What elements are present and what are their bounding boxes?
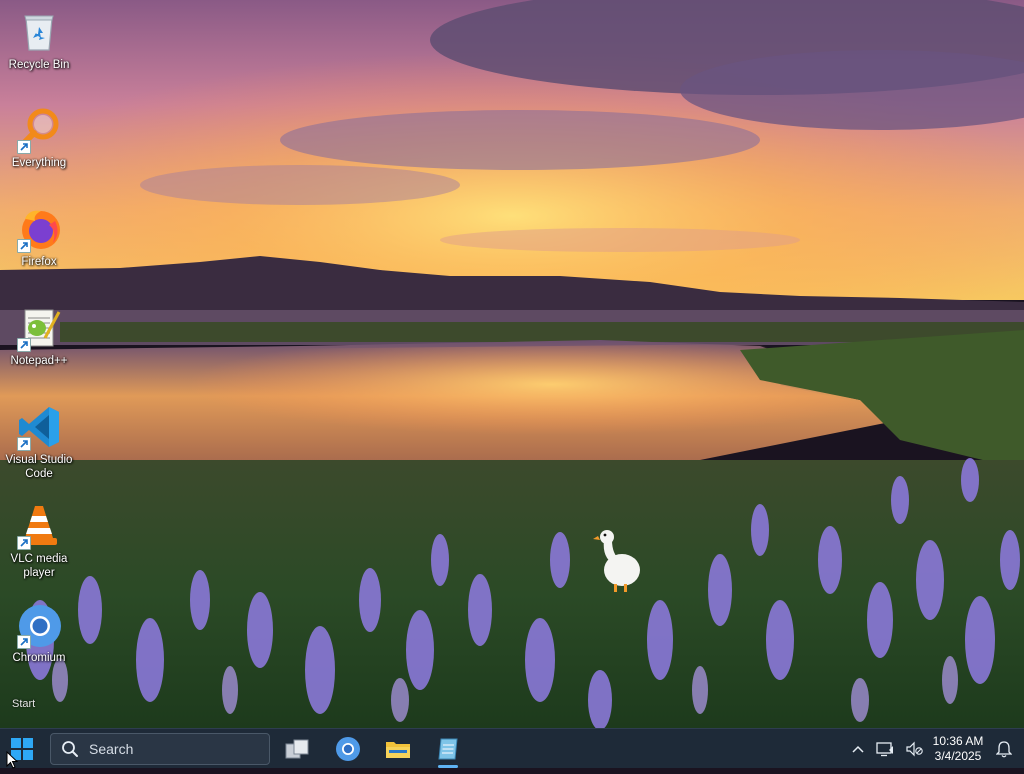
search-icon xyxy=(62,741,78,757)
tray-network-button[interactable] xyxy=(873,735,897,763)
notepad-plus-plus-icon xyxy=(15,304,63,352)
vscode-icon xyxy=(15,403,63,451)
everything-search-icon xyxy=(15,106,63,154)
desktop-icon-vlc[interactable]: VLC media player xyxy=(4,502,74,580)
desktop-icon-vscode[interactable]: Visual Studio Code xyxy=(4,403,74,481)
desktop-icon-label: Firefox xyxy=(21,256,57,268)
taskbar: Search 10:36 AM 3/4/2025 xyxy=(0,728,1024,768)
taskbar-clock[interactable]: 10:36 AM 3/4/2025 xyxy=(926,733,990,765)
vlc-icon xyxy=(15,502,63,550)
desktop-icon-label: Notepad++ xyxy=(10,355,68,367)
shortcut-arrow-icon xyxy=(17,437,31,451)
notification-center-button[interactable] xyxy=(992,735,1016,763)
goose-pet[interactable] xyxy=(590,524,646,596)
tray-overflow-button[interactable] xyxy=(846,735,870,763)
shortcut-arrow-icon xyxy=(17,239,31,253)
search-placeholder: Search xyxy=(89,741,134,757)
shortcut-arrow-icon xyxy=(17,140,31,154)
start-tooltip: Start xyxy=(12,698,36,710)
recycle-bin-icon xyxy=(15,8,63,56)
shortcut-arrow-icon xyxy=(17,635,31,649)
volume-muted-icon xyxy=(906,741,923,757)
desktop-icon-label: VLC media player xyxy=(10,553,68,579)
folder-icon xyxy=(386,742,410,758)
desktop-icon-label: Recycle Bin xyxy=(8,59,70,71)
mouse-cursor-icon xyxy=(6,750,19,769)
desktop-icon-label: Chromium xyxy=(12,652,66,664)
desktop-icon-label: Everything xyxy=(11,157,67,169)
network-icon xyxy=(876,742,893,757)
chromium-icon xyxy=(15,601,63,649)
desktop-icon-recycle-bin[interactable]: Recycle Bin xyxy=(4,8,74,72)
desktop-icon-notepad-plus-plus[interactable]: Notepad++ xyxy=(4,304,74,368)
firefox-icon xyxy=(15,205,63,253)
taskbar-task-view-button[interactable] xyxy=(278,733,318,765)
shortcut-arrow-icon xyxy=(17,338,31,352)
bell-icon xyxy=(996,741,1012,758)
chromium-icon xyxy=(336,737,360,761)
taskbar-chromium-button[interactable] xyxy=(328,733,368,765)
tray-volume-button[interactable] xyxy=(902,735,926,763)
desktop-icon-everything[interactable]: Everything xyxy=(4,106,74,170)
desktop-icon-label: Visual Studio Code xyxy=(5,454,73,480)
desktop-icon-chromium[interactable]: Chromium xyxy=(4,601,74,665)
desktop-icon-firefox[interactable]: Firefox xyxy=(4,205,74,269)
taskbar-notepad-button[interactable] xyxy=(428,733,468,768)
notepad-icon xyxy=(438,738,458,760)
taskbar-file-explorer-button[interactable] xyxy=(378,733,418,765)
task-view-icon xyxy=(285,739,309,759)
taskbar-search-box[interactable]: Search xyxy=(50,733,270,765)
desktop-wallpaper xyxy=(0,0,1024,728)
chevron-up-icon xyxy=(852,745,864,753)
shortcut-arrow-icon xyxy=(17,536,31,550)
clock-time: 10:36 AM xyxy=(932,734,984,748)
clock-date: 3/4/2025 xyxy=(934,749,982,763)
